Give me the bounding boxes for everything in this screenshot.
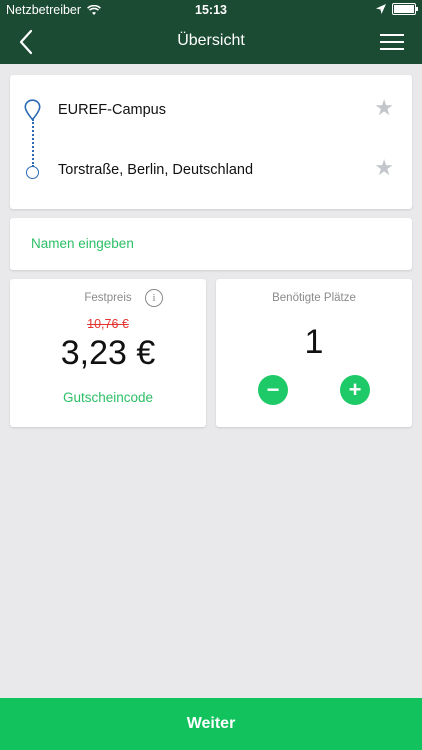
old-price: 10,76 € [87,317,129,331]
star-icon[interactable]: ★ [374,95,394,121]
star-icon[interactable]: ★ [374,155,394,181]
route-card: EUREF-Campus Torstraße, Berlin, Deutschl… [10,75,412,209]
battery-icon [392,3,418,15]
seats-card: Benötigte Plätze 1 − + [216,279,412,427]
origin-location[interactable]: EUREF-Campus [58,102,166,118]
increase-seats-button[interactable]: + [340,375,370,405]
name-placeholder: Namen eingeben [31,236,134,251]
decrease-seats-button[interactable]: − [258,375,288,405]
location-arrow-icon [376,4,386,14]
info-icon[interactable]: i [145,289,163,307]
status-time: 15:13 [195,3,227,17]
seats-count: 1 [304,323,324,361]
continue-button[interactable]: Weiter [0,698,422,750]
voucher-link[interactable]: Gutscheincode [10,390,206,405]
seats-label: Benötigte Plätze [272,292,356,304]
current-price: 3,23 € [60,334,156,372]
price-card: Festpreis i 10,76 € 3,23 € Gutscheincode [10,279,206,427]
name-field[interactable]: Namen eingeben [10,218,412,270]
page-title: Übersicht [177,32,245,49]
menu-icon[interactable] [380,34,404,52]
destination-location[interactable]: Torstraße, Berlin, Deutschland [58,162,253,178]
route-line [32,119,34,167]
destination-circle-icon [26,166,39,179]
status-bar: Netzbetreiber 15:13 [0,0,422,22]
pin-icon [24,99,41,121]
header: Netzbetreiber 15:13 Übersicht [0,0,422,64]
price-label: Festpreis [84,292,132,304]
status-right [376,3,418,15]
